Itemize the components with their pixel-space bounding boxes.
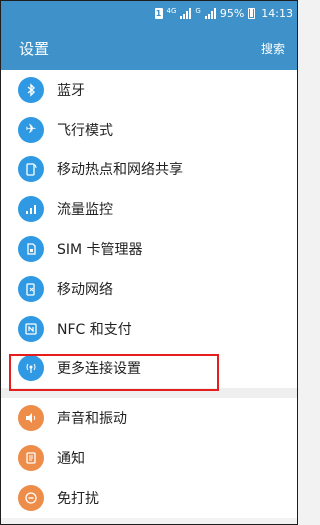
settings-item-notifications[interactable]: 通知 <box>1 438 297 478</box>
settings-item-sound[interactable]: 声音和振动 <box>1 398 297 438</box>
network-type: 4G <box>166 7 177 15</box>
mobile-network-icon <box>18 275 44 302</box>
settings-item-label: NFC 和支付 <box>57 321 132 338</box>
battery-percent: 95% <box>219 7 245 20</box>
search-button[interactable]: 搜索 <box>261 40 285 57</box>
settings-item-label: 飞行模式 <box>57 122 113 139</box>
settings-item-label: 流量监控 <box>57 202 113 219</box>
airplane-icon: ✈ <box>18 116 44 143</box>
status-bar: 1 4G G 95% 14:13 <box>1 1 297 26</box>
settings-item-label: 蓝牙 <box>57 82 85 99</box>
settings-item-nfc[interactable]: NFC 和支付 <box>1 309 297 349</box>
settings-list: 蓝牙 ✈ 飞行模式 移动热点和网络共享 流量监控 SIM 卡管理器 移动网络 N… <box>1 70 297 518</box>
data-usage-icon <box>18 196 44 223</box>
nfc-icon <box>18 315 44 342</box>
app-header: 设置 搜索 <box>1 26 297 70</box>
clock: 14:13 <box>261 7 293 20</box>
settings-item-label: 免打扰 <box>57 490 99 507</box>
battery-icon <box>248 8 256 19</box>
phone-screen: 1 4G G 95% 14:13 设置 搜索 蓝牙 ✈ 飞行模式 移动热点和网络… <box>0 0 298 525</box>
signal-icon <box>180 8 192 19</box>
network-type-g: G <box>195 7 201 15</box>
settings-item-mobile-network[interactable]: 移动网络 <box>1 269 297 309</box>
settings-item-label: 移动热点和网络共享 <box>57 162 183 179</box>
settings-item-label: 移动网络 <box>57 281 113 298</box>
bluetooth-icon <box>18 76 44 103</box>
settings-item-data-usage[interactable]: 流量监控 <box>1 189 297 229</box>
settings-item-label: 声音和振动 <box>57 411 127 428</box>
signal-icon-2 <box>204 8 216 19</box>
sim-card-icon <box>18 236 44 263</box>
settings-item-label: SIM 卡管理器 <box>57 242 143 259</box>
settings-item-label: 通知 <box>57 451 85 468</box>
settings-item-bluetooth[interactable]: 蓝牙 <box>1 70 297 110</box>
highlight-box <box>9 354 219 391</box>
settings-item-sim-manager[interactable]: SIM 卡管理器 <box>1 229 297 269</box>
do-not-disturb-icon <box>18 484 44 511</box>
settings-item-hotspot[interactable]: 移动热点和网络共享 <box>1 150 297 190</box>
settings-item-do-not-disturb[interactable]: 免打扰 <box>1 478 297 518</box>
page-title: 设置 <box>19 40 50 58</box>
hotspot-icon <box>18 156 44 183</box>
settings-item-airplane[interactable]: ✈ 飞行模式 <box>1 110 297 150</box>
sim-icon: 1 <box>154 8 163 19</box>
notification-icon <box>18 445 44 472</box>
sound-icon <box>18 405 44 432</box>
